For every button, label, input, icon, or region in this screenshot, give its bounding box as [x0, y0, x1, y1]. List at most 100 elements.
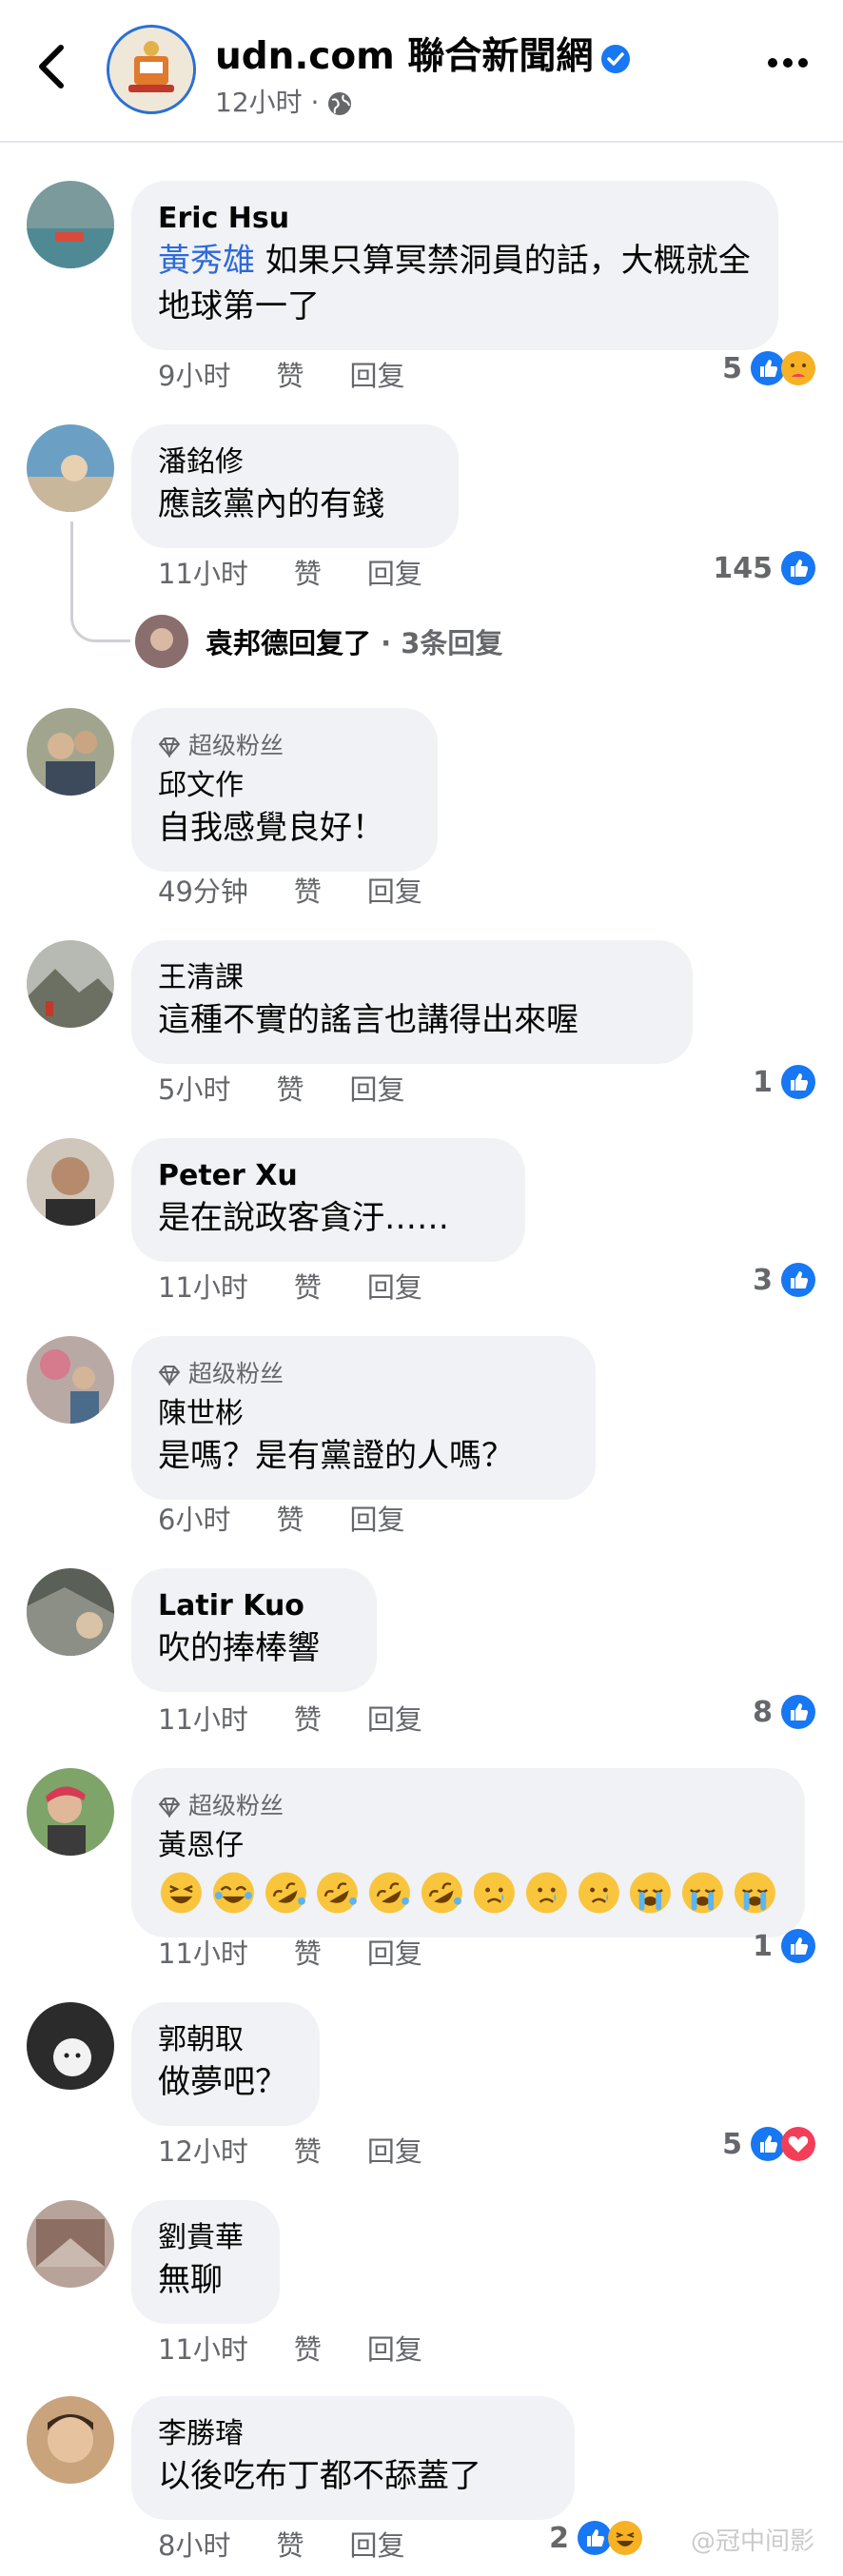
badge-label: 超级粉丝 [188, 1360, 284, 1387]
comment-author[interactable]: 劉貴華 [158, 2219, 253, 2257]
reaction-count: 3 [753, 1263, 773, 1297]
reaction-summary[interactable]: 1 [753, 1928, 816, 1964]
comment-author[interactable]: 陳世彬 [158, 1395, 569, 1433]
more-icon[interactable] [767, 55, 809, 70]
reaction-summary[interactable]: 145 [713, 550, 816, 586]
page-avatar[interactable] [107, 25, 196, 114]
comment-time[interactable]: 49分钟 [158, 875, 248, 908]
like-button[interactable]: 赞 [294, 875, 322, 908]
comment-time[interactable]: 8小时 [158, 2529, 230, 2562]
reaction-summary[interactable]: 3 [753, 1262, 816, 1298]
loudly-crying-emoji-icon [682, 1872, 724, 1914]
reply-button[interactable]: 回复 [349, 2529, 404, 2562]
comment-author[interactable]: Eric Hsu [158, 200, 752, 238]
comment-time[interactable]: 11小时 [158, 558, 248, 590]
comment-time[interactable]: 11小时 [158, 2333, 248, 2366]
reaction-count: 1 [753, 1065, 773, 1099]
mention-link[interactable]: 黃秀雄 [158, 242, 255, 280]
reply-button[interactable]: 回复 [367, 1271, 422, 1304]
comment-author[interactable]: 黃恩仔 [158, 1827, 778, 1865]
like-button[interactable]: 赞 [294, 1271, 322, 1304]
comment-bubble: 潘銘修 應該黨內的有錢 [131, 424, 459, 548]
avatar[interactable] [27, 2200, 114, 2288]
comment-time[interactable]: 11小时 [158, 1937, 248, 1970]
reply-button[interactable]: 回复 [367, 875, 422, 908]
comment-time[interactable]: 11小时 [158, 1271, 248, 1304]
like-button[interactable]: 赞 [276, 1504, 304, 1536]
comment-author[interactable]: 潘銘修 [158, 443, 432, 482]
comment-author[interactable]: 郭朝取 [158, 2021, 293, 2059]
reply-button[interactable]: 回复 [367, 1937, 422, 1970]
top-fan-badge: 超级粉丝 [158, 727, 411, 761]
page-name-text[interactable]: udn.com 聯合新聞網 [215, 35, 593, 78]
reply-button[interactable]: 回复 [367, 558, 422, 590]
reaction-count: 8 [753, 1695, 773, 1729]
avatar[interactable] [27, 424, 114, 512]
like-button[interactable]: 赞 [294, 2135, 322, 2168]
comment-author[interactable]: Peter Xu [158, 1157, 499, 1195]
avatar[interactable] [27, 708, 114, 796]
like-reaction-icon [781, 1263, 815, 1297]
laughing-emoji-icon [160, 1872, 202, 1914]
avatar[interactable] [27, 181, 114, 268]
comment-text: 這種不實的謠言也講得出來喔 [158, 1001, 578, 1039]
reply-button[interactable]: 回复 [367, 2135, 422, 2168]
like-reaction-icon [781, 1929, 815, 1963]
reaction-summary[interactable]: 2 [549, 2520, 643, 2556]
like-reaction-icon [781, 1695, 815, 1729]
comment-time[interactable]: 9小时 [158, 360, 230, 392]
crying-face-emoji-icon [578, 1872, 619, 1914]
view-replies-link[interactable]: 袁邦德回复了 · 3条回复 [135, 615, 502, 668]
comment-text: 應該黨內的有錢 [158, 485, 384, 523]
reply-button[interactable]: 回复 [367, 2333, 422, 2366]
comment-author[interactable]: Latir Kuo [158, 1587, 350, 1625]
rofl-emoji-icon [369, 1872, 411, 1914]
reaction-summary[interactable]: 5 [722, 350, 816, 386]
comment-actions: 11小时 赞 回复 [158, 552, 468, 592]
page-name[interactable]: udn.com 聯合新聞網 [215, 27, 631, 80]
like-button[interactable]: 赞 [294, 2333, 322, 2366]
reply-button[interactable]: 回复 [367, 1703, 422, 1736]
comment-time[interactable]: 11小时 [158, 1703, 248, 1736]
reply-button[interactable]: 回复 [349, 360, 404, 392]
avatar[interactable] [27, 1336, 114, 1424]
like-button[interactable]: 赞 [294, 558, 322, 590]
comment-time[interactable]: 12小时 [158, 2135, 248, 2168]
reaction-summary[interactable]: 5 [722, 2126, 816, 2162]
reply-button[interactable]: 回复 [349, 1504, 404, 1536]
reaction-summary[interactable]: 1 [753, 1064, 816, 1100]
comment-time[interactable]: 5小时 [158, 1073, 230, 1106]
back-arrow-icon[interactable] [29, 38, 74, 95]
reaction-count: 2 [549, 2521, 569, 2555]
reply-author: 袁邦德回复了 [206, 627, 372, 659]
comment-time[interactable]: 6小时 [158, 1504, 230, 1536]
verified-badge-icon [601, 44, 631, 73]
comment-author[interactable]: 李勝璿 [158, 2415, 548, 2453]
avatar[interactable] [27, 1568, 114, 1656]
comment-actions: 6小时 赞 回复 [158, 1498, 450, 1538]
like-button[interactable]: 赞 [276, 2529, 304, 2562]
love-reaction-icon [781, 2127, 815, 2161]
avatar[interactable] [27, 2396, 114, 2484]
avatar[interactable] [27, 1768, 114, 1856]
reaction-count: 5 [722, 2127, 742, 2161]
watermark: @冠中间影 [690, 2527, 814, 2556]
avatar[interactable] [27, 1138, 114, 1226]
avatar[interactable] [27, 2002, 114, 2090]
reply-button[interactable]: 回复 [349, 1073, 404, 1106]
crying-face-emoji-icon [473, 1872, 515, 1914]
reaction-count: 145 [713, 551, 773, 585]
comment-author[interactable]: 邱文作 [158, 767, 411, 805]
like-button[interactable]: 赞 [276, 1073, 304, 1106]
comment-author[interactable]: 王清課 [158, 959, 666, 997]
reaction-summary[interactable]: 8 [753, 1694, 816, 1730]
like-button[interactable]: 赞 [276, 360, 304, 392]
like-button[interactable]: 赞 [294, 1703, 322, 1736]
top-fan-badge: 超级粉丝 [158, 1355, 569, 1389]
comment-text: 黃秀雄 如果只算冥禁洞員的話，大概就全地球第一了 [158, 238, 752, 329]
care-reaction-icon [781, 351, 815, 385]
avatar[interactable] [27, 940, 114, 1028]
loudly-crying-emoji-icon [630, 1872, 672, 1914]
like-button[interactable]: 赞 [294, 1937, 322, 1970]
avatar [135, 615, 188, 668]
